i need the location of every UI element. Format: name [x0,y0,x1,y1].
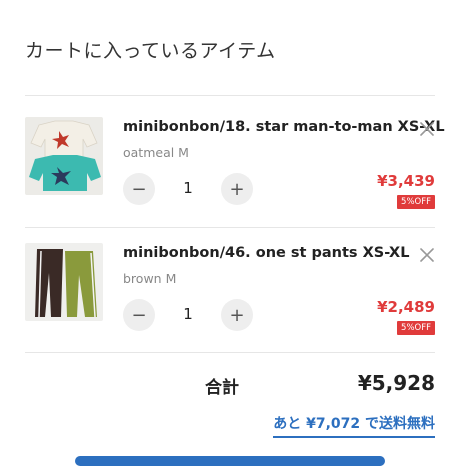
plus-icon: + [229,304,245,326]
divider [25,352,435,353]
item-price: ¥2,489 [377,298,435,316]
product-image[interactable] [25,117,103,195]
total-value: ¥5,928 [357,371,435,395]
product-variant: oatmeal M [123,145,189,160]
increment-button[interactable]: + [221,173,253,205]
checkout-button[interactable] [75,456,385,466]
increment-button[interactable]: + [221,299,253,331]
free-shipping-link[interactable]: あと ¥7,072 で送料無料 [273,413,435,438]
quantity-value: 1 [183,305,193,323]
decrement-button[interactable]: − [123,299,155,331]
minus-icon: − [131,304,147,326]
quantity-value: 1 [183,179,193,197]
item-price: ¥3,439 [377,172,435,190]
cart-item: minibonbon/46. one st pants XS-XL brown … [0,243,460,363]
plus-icon: + [229,178,245,200]
product-image[interactable] [25,243,103,321]
divider [25,95,435,96]
discount-badge: 5%OFF [397,195,435,209]
decrement-button[interactable]: − [123,173,155,205]
cart-title: カートに入っているアイテム [25,40,276,62]
product-name[interactable]: minibonbon/46. one st pants XS-XL [123,245,409,261]
product-variant: brown M [123,271,177,286]
total-label: 合計 [205,378,239,398]
product-name[interactable]: minibonbon/18. star man-to-man XS-XL [123,119,445,135]
minus-icon: − [131,178,147,200]
divider [25,227,435,228]
close-icon[interactable] [418,120,436,138]
discount-badge: 5%OFF [397,321,435,335]
close-icon[interactable] [418,246,436,264]
cart-item: minibonbon/18. star man-to-man XS-XL oat… [0,117,460,237]
